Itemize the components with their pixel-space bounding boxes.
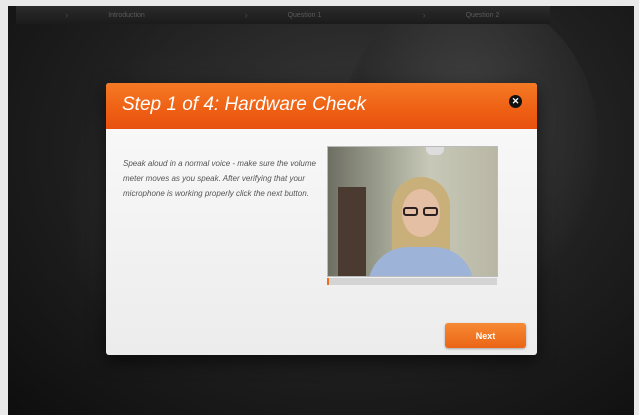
webcam-preview: [327, 146, 498, 277]
progress-nav: › Introduction › Question 1 › Question 2: [16, 6, 550, 24]
nav-step-label: Question 2: [465, 11, 500, 19]
nav-step-label: Introduction: [108, 11, 145, 19]
dialog-header: Step 1 of 4: Hardware Check ✕: [106, 83, 537, 129]
webcam-person-glasses: [403, 207, 439, 217]
webcam-door: [338, 187, 366, 276]
dialog-title: Step 1 of 4: Hardware Check: [122, 94, 366, 115]
nav-step-label: Question 1: [287, 11, 322, 19]
nav-step: › Question 2: [372, 10, 550, 20]
chevron-right-icon: ›: [422, 10, 426, 20]
hardware-check-dialog: Step 1 of 4: Hardware Check ✕ Speak alou…: [106, 83, 537, 355]
close-icon[interactable]: ✕: [509, 95, 522, 108]
chevron-right-icon: ›: [65, 10, 69, 20]
nav-step: › Question 1: [194, 10, 372, 20]
next-button[interactable]: Next: [445, 323, 526, 348]
webcam-ceiling-light: [426, 147, 444, 155]
volume-meter: [327, 278, 497, 285]
volume-meter-fill: [327, 278, 330, 285]
instructions-text: Speak aloud in a normal voice - make sur…: [123, 159, 316, 198]
nav-step: › Introduction: [16, 10, 194, 20]
chevron-right-icon: ›: [244, 10, 248, 20]
